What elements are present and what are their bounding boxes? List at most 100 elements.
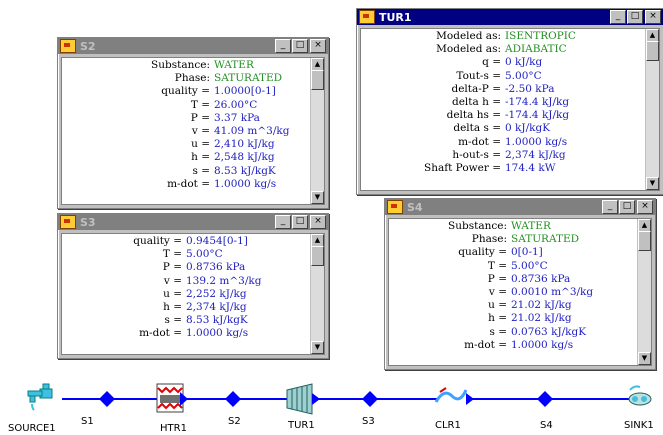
scroll-down-icon[interactable]: ▼ — [311, 191, 324, 204]
close-button[interactable]: × — [637, 200, 653, 214]
property-row: Substance: WATER — [389, 220, 637, 233]
window-s3[interactable]: S3 _ □ × quality = 0.9454[0-1] T = 5.00°C P … — [57, 213, 329, 359]
property-label: Tout-s = — [456, 69, 501, 82]
window-title: S3 — [80, 215, 96, 229]
property-value: -2.50 kPa — [505, 82, 555, 95]
maximize-button[interactable]: □ — [627, 10, 643, 24]
property-value: 2,252 kJ/kg — [186, 287, 247, 300]
vertical-scrollbar[interactable]: ▲ ▼ — [310, 234, 324, 354]
minimize-button[interactable]: _ — [602, 200, 618, 214]
minimize-button[interactable]: _ — [610, 10, 626, 24]
scroll-down-icon[interactable]: ▼ — [646, 177, 659, 190]
property-label: P = — [487, 272, 507, 285]
window-s3-titlebar[interactable]: S3 _ □ × — [58, 214, 328, 230]
heater-icon[interactable] — [156, 383, 188, 413]
property-value: 1.0000 kg/s — [505, 135, 568, 148]
flowsheet: SOURCE1 S1 HTR1 S2 TUR1 S3 CLR1 S4 SINK1 — [0, 380, 663, 435]
property-label: T = — [487, 259, 507, 272]
window-title: TUR1 — [379, 10, 412, 24]
property-value: 21.02 kJ/kg — [511, 312, 572, 325]
close-button[interactable]: × — [645, 10, 661, 24]
app-icon — [387, 200, 403, 214]
maximize-button[interactable]: □ — [292, 39, 308, 53]
window-tur1-titlebar[interactable]: TUR1 _ □ × — [357, 9, 663, 25]
node-label-s2: S2 — [228, 416, 241, 427]
minimize-button[interactable]: _ — [275, 39, 291, 53]
window-title: S2 — [80, 39, 96, 53]
stream-node-s4[interactable] — [537, 391, 553, 407]
scroll-thumb[interactable] — [638, 231, 651, 251]
property-row: delta s = 0 kJ/kgK — [361, 122, 645, 135]
property-value: 3.37 kPa — [214, 111, 260, 124]
scroll-thumb[interactable] — [646, 41, 659, 61]
property-row: Modeled as: ISENTROPIC — [361, 30, 645, 43]
property-row: Substance: WATER — [62, 59, 310, 72]
property-label: m-dot = — [464, 338, 507, 351]
scroll-thumb[interactable] — [311, 70, 324, 90]
window-s3-content: quality = 0.9454[0-1] T = 5.00°C P = 0.8736 k… — [61, 233, 325, 355]
node-label-s3: S3 — [362, 416, 375, 427]
property-list: Modeled as: ISENTROPIC Modeled as: ADIABATI… — [361, 29, 645, 190]
sink-icon[interactable] — [628, 385, 652, 406]
property-label: u = — [488, 299, 507, 312]
property-row: u = 2,252 kJ/kg — [62, 288, 310, 301]
property-row: delta-P = -2.50 kPa — [361, 83, 645, 96]
vertical-scrollbar[interactable]: ▲ ▼ — [637, 219, 651, 365]
property-row: quality = 1.0000[0-1] — [62, 85, 310, 98]
property-value: 21.02 kJ/kg — [511, 299, 572, 312]
property-value: 1.0000 kg/s — [186, 327, 249, 340]
property-value: 2,374 kJ/kg — [505, 148, 566, 161]
maximize-button[interactable]: □ — [619, 200, 635, 214]
turbine-icon[interactable] — [286, 383, 320, 415]
stream-node-s1[interactable] — [99, 391, 115, 407]
property-row: P = 0.8736 kPa — [62, 261, 310, 274]
property-row: Shaft Power = 174.4 kW — [361, 162, 645, 175]
property-label: m-dot = — [458, 135, 501, 148]
window-s2[interactable]: S2 _ □ × Substance: WATER Phase: SATURATED q… — [57, 37, 329, 209]
property-label: delta hs = — [446, 109, 501, 122]
property-value: WATER — [511, 220, 551, 232]
close-button[interactable]: × — [310, 39, 326, 53]
property-row: v = 0.0010 m^3/kg — [389, 286, 637, 299]
property-row: h = 2,548 kJ/kg — [62, 151, 310, 164]
property-value: 8.53 kJ/kgK — [214, 164, 276, 177]
property-row: m-dot = 1.0000 kg/s — [361, 136, 645, 149]
property-value: 0.0763 kJ/kgK — [511, 325, 587, 338]
property-label: delta-P = — [451, 82, 501, 95]
stream-node-s2[interactable] — [225, 391, 241, 407]
property-label: delta s = — [453, 122, 501, 135]
property-row: v = 139.2 m^3/kg — [62, 275, 310, 288]
maximize-button[interactable]: □ — [292, 215, 308, 229]
property-row: h-out-s = 2,374 kJ/kg — [361, 149, 645, 162]
window-s4-titlebar[interactable]: S4 _ □ × — [385, 199, 655, 215]
property-label: s = — [192, 164, 210, 177]
scroll-down-icon[interactable]: ▼ — [638, 352, 651, 365]
property-value: 0.8736 kPa — [511, 272, 571, 285]
property-list: quality = 0.9454[0-1] T = 5.00°C P = 0.8736 k… — [62, 234, 310, 354]
property-row: T = 5.00°C — [62, 248, 310, 261]
property-label: Phase: — [471, 233, 507, 246]
app-icon — [60, 39, 76, 53]
property-value: 5.00°C — [505, 69, 542, 82]
property-row: v = 41.09 m^3/kg — [62, 125, 310, 138]
window-s2-titlebar[interactable]: S2 _ □ × — [58, 38, 328, 54]
vertical-scrollbar[interactable]: ▲ ▼ — [645, 29, 659, 190]
property-list: Substance: WATER Phase: SATURATED quality = 1… — [62, 58, 310, 204]
scroll-thumb[interactable] — [311, 246, 324, 266]
node-label-source1: SOURCE1 — [8, 423, 56, 434]
stream-node-s3[interactable] — [362, 391, 378, 407]
property-row: P = 3.37 kPa — [62, 112, 310, 125]
minimize-button[interactable]: _ — [275, 215, 291, 229]
property-row: T = 5.00°C — [389, 260, 637, 273]
property-row: u = 21.02 kJ/kg — [389, 299, 637, 312]
property-label: s = — [489, 325, 507, 338]
property-row: P = 0.8736 kPa — [389, 273, 637, 286]
property-label: Phase: — [174, 72, 210, 85]
close-button[interactable]: × — [310, 215, 326, 229]
cooler-icon[interactable] — [434, 387, 474, 405]
window-tur1[interactable]: TUR1 _ □ × Modeled as: ISENTROPIC Modeled … — [356, 8, 663, 195]
window-s4[interactable]: S4 _ □ × Substance: WATER Phase: SATURATED q… — [384, 198, 656, 370]
scroll-down-icon[interactable]: ▼ — [311, 341, 324, 354]
faucet-icon[interactable] — [27, 383, 53, 411]
vertical-scrollbar[interactable]: ▲ ▼ — [310, 58, 324, 204]
